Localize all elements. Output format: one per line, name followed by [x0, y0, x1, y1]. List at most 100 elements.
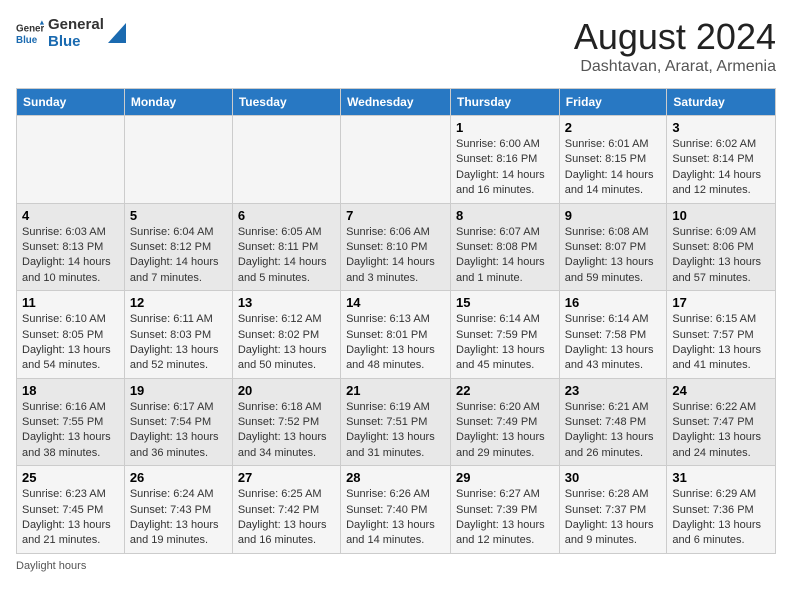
col-header-friday: Friday: [559, 89, 667, 116]
day-info: Sunrise: 6:26 AM Sunset: 7:40 PM Dayligh…: [346, 487, 445, 549]
day-number: 3: [672, 120, 770, 135]
header-row: SundayMondayTuesdayWednesdayThursdayFrid…: [17, 89, 776, 116]
day-info: Sunrise: 6:03 AM Sunset: 8:13 PM Dayligh…: [22, 225, 119, 287]
day-info: Sunrise: 6:04 AM Sunset: 8:12 PM Dayligh…: [130, 225, 227, 287]
week-row-5: 25 Sunrise: 6:23 AM Sunset: 7:45 PM Dayli…: [17, 466, 776, 554]
day-cell: 2 Sunrise: 6:01 AM Sunset: 8:15 PM Daylig…: [559, 116, 667, 204]
day-info: Sunrise: 6:28 AM Sunset: 7:37 PM Dayligh…: [565, 487, 662, 549]
day-cell: 5 Sunrise: 6:04 AM Sunset: 8:12 PM Daylig…: [124, 203, 232, 291]
day-number: 29: [456, 470, 554, 485]
day-number: 22: [456, 383, 554, 398]
day-cell: 12Sunrise: 6:11 AM Sunset: 8:03 PM Dayli…: [124, 291, 232, 379]
day-number: 13: [238, 295, 335, 310]
day-number: 6: [238, 208, 335, 223]
day-info: Sunrise: 6:05 AM Sunset: 8:11 PM Dayligh…: [238, 225, 335, 287]
day-cell: 18Sunrise: 6:16 AM Sunset: 7:55 PM Dayli…: [17, 378, 125, 466]
day-number: 24: [672, 383, 770, 398]
header: General Blue General Blue August 2024 Da…: [16, 16, 776, 76]
day-cell: 17 Sunrise: 6:15 AM Sunset: 7:57 PM Dayli…: [667, 291, 776, 379]
day-cell: 4 Sunrise: 6:03 AM Sunset: 8:13 PM Daylig…: [17, 203, 125, 291]
day-cell: 20 Sunrise: 6:18 AM Sunset: 7:52 PM Dayli…: [232, 378, 340, 466]
day-info: Sunrise: 6:12 AM Sunset: 8:02 PM Dayligh…: [238, 312, 335, 374]
page-title: August 2024: [574, 16, 776, 58]
day-info: Sunrise: 6:07 AM Sunset: 8:08 PM Dayligh…: [456, 225, 554, 287]
day-cell: 21Sunrise: 6:19 AM Sunset: 7:51 PM Dayli…: [341, 378, 451, 466]
day-cell: [124, 116, 232, 204]
day-cell: 7 Sunrise: 6:06 AM Sunset: 8:10 PM Daylig…: [341, 203, 451, 291]
week-row-2: 4 Sunrise: 6:03 AM Sunset: 8:13 PM Daylig…: [17, 203, 776, 291]
day-info: Sunrise: 6:21 AM Sunset: 7:48 PM Dayligh…: [565, 400, 662, 462]
col-header-thursday: Thursday: [451, 89, 560, 116]
day-info: Sunrise: 6:29 AM Sunset: 7:36 PM Dayligh…: [672, 487, 770, 549]
calendar-header: SundayMondayTuesdayWednesdayThursdayFrid…: [17, 89, 776, 116]
day-info: Sunrise: 6:18 AM Sunset: 7:52 PM Dayligh…: [238, 400, 335, 462]
day-number: 26: [130, 470, 227, 485]
week-row-1: 1 Sunrise: 6:00 AM Sunset: 8:16 PM Daylig…: [17, 116, 776, 204]
day-info: Sunrise: 6:23 AM Sunset: 7:45 PM Dayligh…: [22, 487, 119, 549]
footer-note: Daylight hours: [16, 560, 776, 572]
day-cell: 24 Sunrise: 6:22 AM Sunset: 7:47 PM Dayli…: [667, 378, 776, 466]
day-number: 25: [22, 470, 119, 485]
week-row-4: 18Sunrise: 6:16 AM Sunset: 7:55 PM Dayli…: [17, 378, 776, 466]
svg-text:General: General: [16, 24, 44, 35]
day-info: Sunrise: 6:17 AM Sunset: 7:54 PM Dayligh…: [130, 400, 227, 462]
day-info: Sunrise: 6:08 AM Sunset: 8:07 PM Dayligh…: [565, 225, 662, 287]
day-cell: 10 Sunrise: 6:09 AM Sunset: 8:06 PM Dayli…: [667, 203, 776, 291]
day-info: Sunrise: 6:06 AM Sunset: 8:10 PM Dayligh…: [346, 225, 445, 287]
day-number: 10: [672, 208, 770, 223]
day-number: 31: [672, 470, 770, 485]
day-cell: 9 Sunrise: 6:08 AM Sunset: 8:07 PM Daylig…: [559, 203, 667, 291]
day-number: 15: [456, 295, 554, 310]
day-cell: 22 Sunrise: 6:20 AM Sunset: 7:49 PM Dayli…: [451, 378, 560, 466]
day-number: 20: [238, 383, 335, 398]
day-cell: 11 Sunrise: 6:10 AM Sunset: 8:05 PM Dayli…: [17, 291, 125, 379]
day-info: Sunrise: 6:16 AM Sunset: 7:55 PM Dayligh…: [22, 400, 119, 462]
day-info: Sunrise: 6:00 AM Sunset: 8:16 PM Dayligh…: [456, 137, 554, 199]
day-number: 14: [346, 295, 445, 310]
day-info: Sunrise: 6:02 AM Sunset: 8:14 PM Dayligh…: [672, 137, 770, 199]
day-info: Sunrise: 6:09 AM Sunset: 8:06 PM Dayligh…: [672, 225, 770, 287]
day-info: Sunrise: 6:24 AM Sunset: 7:43 PM Dayligh…: [130, 487, 227, 549]
daylight-label: Daylight hours: [16, 560, 86, 572]
day-number: 23: [565, 383, 662, 398]
day-cell: 23 Sunrise: 6:21 AM Sunset: 7:48 PM Dayli…: [559, 378, 667, 466]
day-info: Sunrise: 6:20 AM Sunset: 7:49 PM Dayligh…: [456, 400, 554, 462]
day-number: 17: [672, 295, 770, 310]
day-cell: 13 Sunrise: 6:12 AM Sunset: 8:02 PM Dayli…: [232, 291, 340, 379]
day-info: Sunrise: 6:15 AM Sunset: 7:57 PM Dayligh…: [672, 312, 770, 374]
day-number: 11: [22, 295, 119, 310]
day-cell: [232, 116, 340, 204]
day-cell: 29Sunrise: 6:27 AM Sunset: 7:39 PM Dayli…: [451, 466, 560, 554]
day-info: Sunrise: 6:14 AM Sunset: 7:58 PM Dayligh…: [565, 312, 662, 374]
day-number: 5: [130, 208, 227, 223]
day-cell: 8Sunrise: 6:07 AM Sunset: 8:08 PM Daylig…: [451, 203, 560, 291]
day-number: 4: [22, 208, 119, 223]
day-number: 9: [565, 208, 662, 223]
col-header-tuesday: Tuesday: [232, 89, 340, 116]
day-number: 21: [346, 383, 445, 398]
col-header-wednesday: Wednesday: [341, 89, 451, 116]
svg-text:Blue: Blue: [16, 35, 38, 46]
day-number: 7: [346, 208, 445, 223]
col-header-saturday: Saturday: [667, 89, 776, 116]
day-number: 2: [565, 120, 662, 135]
day-cell: 16 Sunrise: 6:14 AM Sunset: 7:58 PM Dayli…: [559, 291, 667, 379]
col-header-sunday: Sunday: [17, 89, 125, 116]
day-info: Sunrise: 6:13 AM Sunset: 8:01 PM Dayligh…: [346, 312, 445, 374]
day-info: Sunrise: 6:10 AM Sunset: 8:05 PM Dayligh…: [22, 312, 119, 374]
logo: General Blue General Blue: [16, 16, 126, 50]
day-info: Sunrise: 6:01 AM Sunset: 8:15 PM Dayligh…: [565, 137, 662, 199]
week-row-3: 11 Sunrise: 6:10 AM Sunset: 8:05 PM Dayli…: [17, 291, 776, 379]
day-info: Sunrise: 6:22 AM Sunset: 7:47 PM Dayligh…: [672, 400, 770, 462]
day-cell: 1 Sunrise: 6:00 AM Sunset: 8:16 PM Daylig…: [451, 116, 560, 204]
day-number: 27: [238, 470, 335, 485]
day-cell: 15Sunrise: 6:14 AM Sunset: 7:59 PM Dayli…: [451, 291, 560, 379]
day-cell: 6 Sunrise: 6:05 AM Sunset: 8:11 PM Daylig…: [232, 203, 340, 291]
day-cell: 26 Sunrise: 6:24 AM Sunset: 7:43 PM Dayli…: [124, 466, 232, 554]
calendar-body: 1 Sunrise: 6:00 AM Sunset: 8:16 PM Daylig…: [17, 116, 776, 554]
day-cell: [341, 116, 451, 204]
logo-triangle-icon: [108, 23, 126, 43]
day-number: 1: [456, 120, 554, 135]
day-cell: 25 Sunrise: 6:23 AM Sunset: 7:45 PM Dayli…: [17, 466, 125, 554]
day-number: 16: [565, 295, 662, 310]
